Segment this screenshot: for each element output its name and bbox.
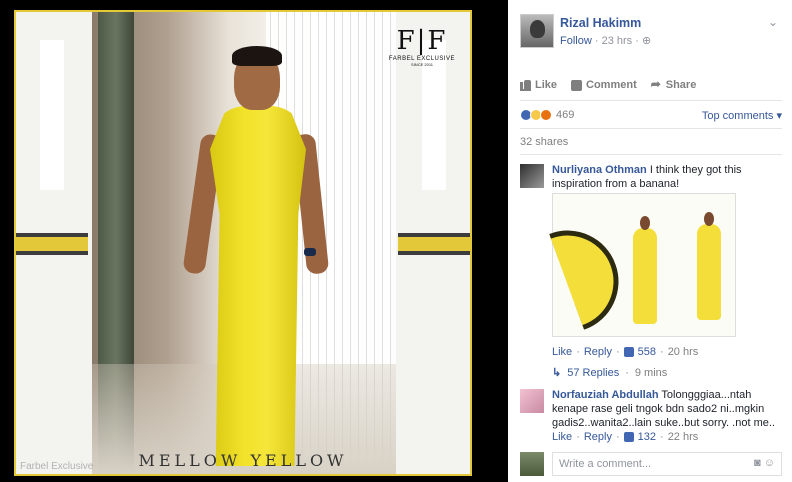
photo-frame: F|F FARBEL EXCLUSIVE SINCE 2011 MELLOW Y… (14, 10, 472, 476)
post-photo[interactable]: F|F FARBEL EXCLUSIVE SINCE 2011 MELLOW Y… (0, 0, 484, 482)
globe-icon: ⊕ (641, 35, 652, 47)
decorative-panel-left (40, 40, 64, 190)
write-comment-box: Write a comment... ◙ ☺ (520, 452, 782, 476)
watch-icon (304, 248, 316, 256)
comment-input-placeholder: Write a comment... (559, 458, 652, 470)
thumbs-up-icon (623, 432, 634, 442)
yellow-robe (210, 106, 306, 466)
comment-reply-link[interactable]: Reply (584, 431, 612, 443)
comment-like-link[interactable]: Like (552, 431, 572, 443)
model-figure (182, 46, 332, 472)
brand-logo: F|F FARBEL EXCLUSIVE SINCE 2011 (386, 26, 458, 67)
decorative-stripe-right (398, 233, 470, 255)
thumbs-up-icon (520, 79, 531, 91)
comment-time[interactable]: 20 hrs (668, 346, 699, 358)
smiley-icon[interactable]: ☺ (764, 457, 775, 469)
meta-separator: · (635, 35, 642, 47)
reply-arrow-icon: ↳ (552, 367, 562, 379)
comment-meta: Like · Reply · 558 · 20 hrs (552, 346, 698, 358)
comment-text-block: Nurliyana Othman I think they got this i… (552, 163, 782, 191)
meta-separator: · (660, 346, 664, 358)
share-button[interactable]: Share (651, 77, 697, 92)
comment-button[interactable]: Comment (571, 79, 637, 91)
commenter-name[interactable]: Norfauziah Abdullah (552, 389, 659, 401)
comment-attachment-image[interactable] (549, 193, 736, 337)
meta-separator: · (625, 366, 629, 379)
comment-input[interactable]: Write a comment... ◙ ☺ (552, 452, 782, 476)
reaction-count[interactable]: 469 (556, 109, 574, 121)
share-icon (651, 77, 662, 91)
brand-logo-mark: F|F (396, 26, 448, 56)
reactions-bar: 469 Top comments ▾ (520, 107, 782, 123)
meta-separator: · (660, 431, 664, 443)
thumbs-up-icon (623, 347, 634, 357)
commenter-name[interactable]: Nurliyana Othman (552, 164, 647, 176)
angry-reaction-icon[interactable] (540, 109, 552, 121)
share-label: Share (665, 79, 697, 91)
comment-text-block: Norfauziah Abdullah Tolongggiaa...ntah k… (552, 388, 782, 430)
meta-separator: · (576, 431, 580, 443)
comment-time[interactable]: 22 hrs (668, 431, 699, 443)
comment-item: Norfauziah Abdullah Tolongggiaa...ntah k… (520, 389, 782, 445)
comment-input-icons: ◙ ☺ (754, 457, 775, 469)
comment-label: Comment (586, 79, 637, 91)
meta-separator: · (594, 35, 602, 47)
like-button[interactable]: Like (520, 79, 557, 91)
chevron-down-icon[interactable]: ⌄ (768, 15, 778, 29)
decorative-stripe-left (16, 233, 88, 255)
photo-scene (92, 12, 396, 474)
model-hair (232, 46, 282, 66)
photo-watermark: Farbel Exclusive (20, 461, 94, 472)
comment-reply-link[interactable]: Reply (584, 346, 612, 358)
current-user-avatar (520, 452, 544, 476)
meta-separator: · (615, 346, 620, 358)
top-comments-dropdown[interactable]: Top comments ▾ (702, 109, 782, 122)
comment-like-count[interactable]: 132 (638, 431, 656, 443)
meta-separator: · (576, 346, 580, 358)
comment-meta: Like · Reply · 132 · 22 hrs (552, 431, 698, 443)
comment-like-link[interactable]: Like (552, 346, 572, 358)
post-timestamp[interactable]: 23 hrs (602, 35, 633, 47)
brand-since: SINCE 2011 (411, 62, 433, 67)
commenter-avatar[interactable] (520, 164, 544, 188)
meta-separator: · (615, 431, 620, 443)
man-in-banana-robe (631, 216, 659, 326)
replies-count-link[interactable]: 57 Replies (567, 367, 619, 379)
post-side-panel: Rizal Hakimm Follow · 23 hrs · ⊕ ⌄ Like … (508, 0, 792, 482)
author-avatar[interactable] (520, 14, 554, 48)
man-in-yellow-robe (695, 212, 723, 322)
post-actions: Like Comment Share (520, 74, 782, 96)
follow-link[interactable]: Follow (560, 35, 592, 47)
shares-count[interactable]: 32 shares (520, 136, 568, 148)
divider (520, 128, 782, 129)
post-author: Rizal Hakimm Follow · 23 hrs · ⊕ ⌄ (520, 12, 782, 50)
commenter-avatar[interactable] (520, 389, 544, 413)
like-label: Like (535, 79, 558, 91)
comment-icon (571, 79, 583, 91)
banana-illustration (549, 216, 633, 330)
author-name[interactable]: Rizal Hakimm (560, 16, 641, 30)
camera-icon[interactable]: ◙ (754, 457, 761, 469)
view-replies[interactable]: ↳ 57 Replies · 9 mins (552, 366, 668, 380)
author-meta: Follow · 23 hrs · ⊕ (560, 34, 651, 47)
comment-like-count[interactable]: 558 (638, 346, 656, 358)
divider (520, 100, 782, 101)
replies-time: 9 mins (634, 366, 668, 379)
divider (520, 154, 782, 155)
